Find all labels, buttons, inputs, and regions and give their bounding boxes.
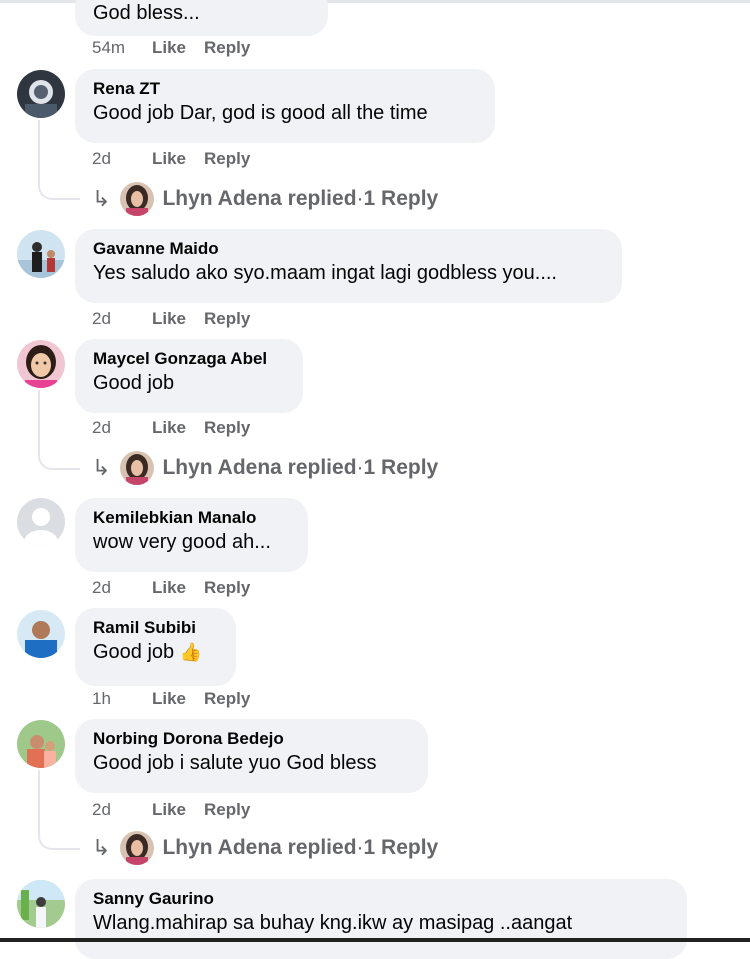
comment-actions: 54m Like Reply	[92, 38, 268, 58]
commenter-name[interactable]: Norbing Dorona Bedejo	[93, 728, 410, 750]
reply-button[interactable]: Reply	[204, 689, 250, 709]
comment-timestamp[interactable]: 2d	[92, 418, 152, 438]
comment-actions: 2d Like Reply	[92, 578, 268, 598]
reply-button[interactable]: Reply	[204, 578, 250, 598]
like-button[interactable]: Like	[152, 689, 186, 709]
reply-button[interactable]: Reply	[204, 309, 250, 329]
separator: ·	[356, 187, 364, 210]
comment-timestamp[interactable]: 2d	[92, 309, 152, 329]
comment-bubble: Rena ZT Good job Dar, god is good all th…	[75, 69, 495, 143]
comment-timestamp[interactable]: 1h	[92, 689, 152, 709]
like-button[interactable]: Like	[152, 309, 186, 329]
like-button[interactable]: Like	[152, 800, 186, 820]
comment-timestamp[interactable]: 54m	[92, 38, 152, 58]
thumbs-up-icon: 👍	[179, 642, 203, 662]
reply-button[interactable]: Reply	[204, 418, 250, 438]
thread-connector	[38, 120, 80, 200]
reply-arrow-icon: ↳	[92, 186, 111, 211]
comment-text: wow very good ah...	[93, 531, 271, 553]
comment-text: Wlang.mahirap sa buhay kng.ikw ay masipa…	[93, 912, 573, 934]
reply-count: 1 Reply	[363, 187, 439, 210]
reply-arrow-icon: ↳	[92, 455, 111, 480]
reply-count: 1 Reply	[363, 836, 439, 859]
separator: ·	[356, 456, 364, 479]
comment-bubble: Gavanne Maido Yes saludo ako syo.maam in…	[75, 229, 622, 303]
comment-text: Yes saludo ako syo.maam ingat lagi godbl…	[93, 262, 557, 284]
comment-timestamp[interactable]: 2d	[92, 149, 152, 169]
comment-text: Good job	[93, 372, 175, 394]
comment-text: Good job i salute yuo God bless	[93, 752, 377, 774]
commenter-name[interactable]: Gavanne Maido	[93, 238, 604, 260]
comment-text: Good job 👍	[93, 641, 203, 663]
like-button[interactable]: Like	[152, 149, 186, 169]
view-replies-link[interactable]: ↳ Lhyn Adena replied · 1 Reply	[92, 830, 438, 866]
replier-avatar	[120, 182, 155, 216]
avatar[interactable]	[17, 610, 65, 658]
avatar[interactable]	[17, 230, 65, 278]
reply-button[interactable]: Reply	[204, 149, 250, 169]
comment-timestamp[interactable]: 2d	[92, 578, 152, 598]
replier-text: Lhyn Adena replied	[162, 456, 357, 479]
avatar[interactable]	[17, 498, 65, 546]
thread-connector	[38, 770, 80, 850]
commenter-name[interactable]: Ramil Subibi	[93, 617, 218, 639]
separator: ·	[356, 836, 364, 859]
view-replies-link[interactable]: ↳ Lhyn Adena replied · 1 Reply	[92, 181, 438, 217]
comment-actions: 2d Like Reply	[92, 149, 268, 169]
reply-count: 1 Reply	[363, 456, 439, 479]
view-replies-link[interactable]: ↳ Lhyn Adena replied · 1 Reply	[92, 450, 438, 486]
comment-bubble: Sanny Gaurino Wlang.mahirap sa buhay kng…	[75, 879, 687, 959]
like-button[interactable]: Like	[152, 38, 186, 58]
replier-avatar	[120, 451, 155, 485]
like-button[interactable]: Like	[152, 578, 186, 598]
comment-actions: 2d Like Reply	[92, 309, 268, 329]
comment-text: God bless...	[93, 2, 200, 24]
comment-actions: 2d Like Reply	[92, 800, 268, 820]
reply-button[interactable]: Reply	[204, 800, 250, 820]
reply-button[interactable]: Reply	[204, 38, 250, 58]
comment-bubble: God bless...	[75, 0, 328, 36]
comment-actions: 2d Like Reply	[92, 418, 268, 438]
commenter-name[interactable]: Rena ZT	[93, 78, 477, 100]
replier-text: Lhyn Adena replied	[162, 187, 357, 210]
commenter-name[interactable]: Maycel Gonzaga Abel	[93, 348, 285, 370]
reply-arrow-icon: ↳	[92, 835, 111, 860]
comment-bubble: Kemilebkian Manalo wow very good ah...	[75, 498, 308, 572]
comment-bubble: Ramil Subibi Good job 👍	[75, 608, 236, 686]
comment-text: Good job Dar, god is good all the time	[93, 102, 428, 124]
replier-text: Lhyn Adena replied	[162, 836, 357, 859]
avatar[interactable]	[17, 720, 65, 768]
comment-actions: 1h Like Reply	[92, 689, 268, 709]
comment-bubble: Maycel Gonzaga Abel Good job	[75, 339, 303, 413]
bottom-edge	[0, 938, 750, 942]
comment-timestamp[interactable]: 2d	[92, 800, 152, 820]
thread-connector	[38, 390, 80, 470]
avatar[interactable]	[17, 340, 65, 388]
avatar[interactable]	[17, 70, 65, 118]
commenter-name[interactable]: Sanny Gaurino	[93, 888, 669, 910]
comment-bubble: Norbing Dorona Bedejo Good job i salute …	[75, 719, 428, 793]
like-button[interactable]: Like	[152, 418, 186, 438]
replier-avatar	[120, 831, 155, 865]
commenter-name[interactable]: Kemilebkian Manalo	[93, 507, 290, 529]
avatar[interactable]	[17, 880, 65, 928]
